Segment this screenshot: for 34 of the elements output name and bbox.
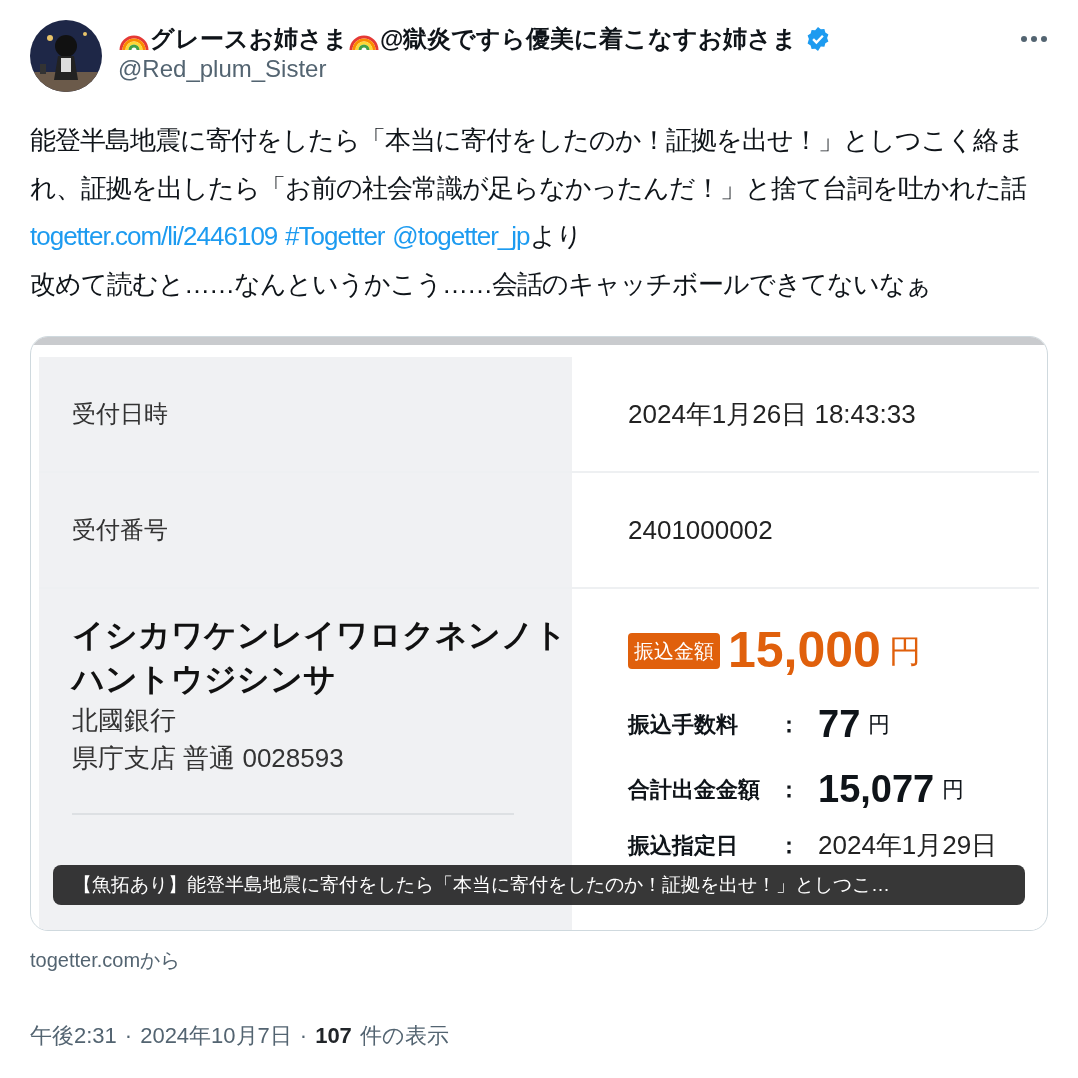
source-link[interactable]: togetter.comから [30,945,1048,975]
detail-value: 77 [818,702,861,747]
field-label: 受付日時 [72,399,168,429]
field-label: 受付番号 [72,515,168,545]
detail-label: 振込指定日 [628,832,739,860]
currency-unit: 円 [868,711,891,739]
card-caption: 【魚拓あり】能登半島地震に寄付をしたら「本当に寄付をしたのか！証拠を出せ！」としつこ… [53,864,1025,905]
detail-label: 振込手数料 [628,711,739,739]
transfer-amount: 15,000 [728,621,881,680]
post-time[interactable]: 午後2:31 [30,1019,117,1052]
field-value: 2024年1月26日 18:43:33 [628,397,916,431]
separator: · [124,1022,133,1050]
detail-value: 2024年1月29日 [818,829,998,862]
more-options-icon[interactable] [1020,35,1048,43]
separator: · [299,1022,308,1050]
views-label: 件の表示 [359,1022,449,1050]
currency-unit: 円 [888,631,921,671]
colon: ： [778,832,801,860]
post-date[interactable]: 2024年10月7日 [140,1019,292,1052]
author-name[interactable]: グレースお姉さま @獄炎ですら優美に着こなすお姉さま [118,24,798,54]
bank-details: 北國銀行 県庁支店 普通 0028593 [72,704,345,775]
detail-value: 15,077 [818,767,935,812]
detail-label: 合計出金金額 [628,776,761,804]
link-card[interactable]: 受付日時 2024年1月26日 18:43:33 受付番号 2401000002 イシカワケンレイワロクネンノト ハントウジシンサ 北國銀行 県庁支店 普通 0028593 振込金額 15,000 円 振込手数料 ： 77 円 合計出金金額 ： 15,077 円 振込指定日 ： 2024年1月29日 【魚拓あり】能登半島地震に寄付をしたら「本当に寄付をしたのか！証拠を出せ！」としつこ… [30,336,1048,931]
colon: ： [778,711,801,739]
view-count: 107 [315,1022,352,1050]
colon: ： [778,776,801,804]
field-value: 2401000002 [628,513,773,547]
tweet-text: 能登半島地震に寄付をしたら「本当に寄付をしたのか！証拠を出せ！」としつこく絡まれ、証拠を出したら「お前の社会常識が足らなかったんだ！」と捨て台詞を吐かれた話 togetter.com/li/2446109 #Togetter @togetter_jpより [30,124,1027,253]
user-handle[interactable]: @Red_plum_Sister [118,54,1048,84]
amount-label: 振込金額 [628,632,720,669]
recipient-name: イシカワケンレイワロクネンノト ハントウジシンサ [72,616,568,699]
tweet-text: 改めて読むと……なんというかこう……会話のキャッチボールできてないなぁ [30,268,932,301]
currency-unit: 円 [942,776,965,804]
